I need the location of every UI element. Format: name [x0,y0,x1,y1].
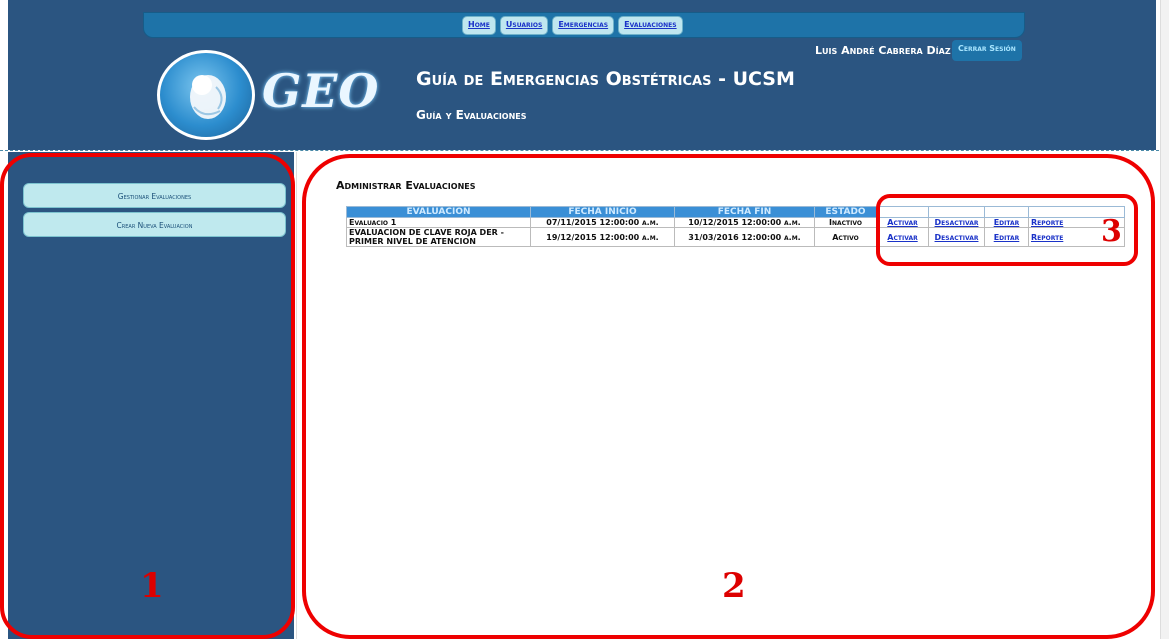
logo-text: GEO [262,64,380,118]
annotation-outline-actions [876,194,1138,266]
site-subtitle: Guía y Evaluaciones [416,108,527,122]
user-name: Luis André Cabrera Díaz [815,44,951,57]
nav-usuarios-link[interactable]: Usuarios [499,16,549,35]
annotation-number-1: 1 [140,566,164,606]
fetus-icon [190,75,226,119]
nav-evaluaciones-link[interactable]: Evaluaciones [618,16,683,35]
logout-button[interactable]: Cerrar Sesión [952,40,1022,61]
main-nav: Home Usuarios Emergencias Evaluaciones [462,16,683,35]
logo-fetus-icon [157,50,255,140]
annotation-number-3: 3 [1101,214,1122,249]
header-divider [0,150,1169,151]
nav-home-link[interactable]: Home [462,16,496,35]
annotation-number-2: 2 [722,566,746,606]
page: Home Usuarios Emergencias Evaluaciones L… [0,0,1169,639]
nav-emergencias-link[interactable]: Emergencias [552,16,615,35]
site-title: Guía de Emergencias Obstétricas - UCSM [416,68,795,90]
vertical-scrollbar[interactable] [1160,0,1169,639]
